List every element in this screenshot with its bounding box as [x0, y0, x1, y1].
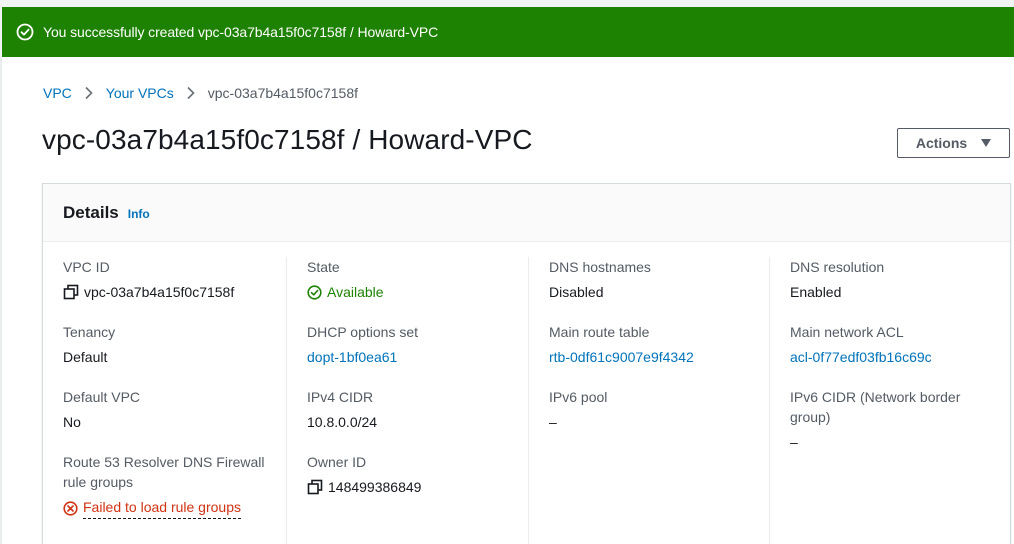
field-label: Main network ACL	[790, 324, 904, 340]
breadcrumb-your-vpcs[interactable]: Your VPCs	[106, 85, 174, 101]
details-column-3: DNS hostnames Disabled Main route table …	[528, 257, 770, 544]
error-circle-icon	[63, 500, 78, 516]
field-vpc-id: VPC ID vpc-03a7b4a15f0c7158f	[63, 257, 285, 322]
field-owner-id: Owner ID 148499386849	[307, 452, 528, 517]
field-ipv4-cidr: IPv4 CIDR 10.8.0.0/24	[307, 387, 528, 452]
details-column-4: DNS resolution Enabled Main network ACL …	[769, 257, 1012, 544]
details-header: Details Info	[43, 184, 1010, 242]
field-tenancy: Tenancy Default	[63, 322, 285, 387]
field-label: IPv6 pool	[549, 389, 608, 405]
main-content: VPC Your VPCs vpc-03a7b4a15f0c7158f vpc-…	[0, 57, 1014, 544]
page-title: vpc-03a7b4a15f0c7158f / Howard-VPC	[42, 124, 533, 155]
field-value: 10.8.0.0/24	[307, 414, 378, 430]
field-label: IPv6 CIDR (Network border group)	[790, 389, 961, 425]
network-acl-link[interactable]: acl-0f77edf03fb16c69c	[790, 347, 1012, 367]
field-label: Main route table	[549, 324, 650, 340]
check-circle-icon	[307, 284, 322, 300]
field-default-vpc: Default VPC No	[63, 387, 285, 452]
copy-icon[interactable]	[307, 479, 323, 495]
field-label: IPv4 CIDR	[307, 389, 374, 405]
field-label: DNS resolution	[790, 259, 885, 275]
caret-down-icon	[981, 139, 992, 147]
breadcrumb: VPC Your VPCs vpc-03a7b4a15f0c7158f	[43, 85, 358, 101]
details-grid: VPC ID vpc-03a7b4a15f0c7158f Tenancy Def…	[43, 242, 1010, 544]
details-column-1: VPC ID vpc-03a7b4a15f0c7158f Tenancy Def…	[63, 257, 285, 544]
field-dns-hostnames: DNS hostnames Disabled	[549, 257, 770, 322]
info-link[interactable]: Info	[128, 207, 150, 221]
chevron-right-icon	[186, 86, 196, 100]
field-label: State	[307, 259, 340, 275]
field-label: DHCP options set	[307, 324, 419, 340]
field-value: –	[549, 414, 557, 430]
banner-message: You successfully created vpc-03a7b4a15f0…	[43, 24, 439, 40]
field-main-route-table: Main route table rtb-0df61c9007e9f4342	[549, 322, 770, 387]
check-circle-icon	[16, 23, 34, 41]
route-table-link[interactable]: rtb-0df61c9007e9f4342	[549, 347, 770, 367]
actions-label: Actions	[915, 135, 968, 151]
details-column-2: State Available DHCP options set dopt-1b…	[286, 257, 528, 544]
field-label: Route 53 Resolver DNS Firewall rule grou…	[63, 454, 265, 490]
breadcrumb-vpc[interactable]: VPC	[43, 85, 72, 101]
field-ipv6-pool: IPv6 pool –	[549, 387, 770, 452]
field-label: Owner ID	[307, 454, 367, 470]
actions-button[interactable]: Actions	[897, 128, 1010, 158]
field-value: Default	[63, 349, 108, 365]
dhcp-options-link[interactable]: dopt-1bf0ea61	[307, 347, 528, 367]
field-label: Default VPC	[63, 389, 141, 405]
success-banner: You successfully created vpc-03a7b4a15f0…	[2, 7, 1014, 57]
field-value: –	[790, 434, 798, 450]
field-value: 148499386849	[328, 479, 422, 495]
field-state: State Available	[307, 257, 528, 322]
field-dhcp-options: DHCP options set dopt-1bf0ea61	[307, 322, 528, 387]
error-message[interactable]: Failed to load rule groups	[83, 497, 241, 519]
field-value: Enabled	[790, 284, 842, 300]
details-panel: Details Info VPC ID vpc-03a7b4a15f0c7158…	[42, 183, 1011, 544]
breadcrumb-current: vpc-03a7b4a15f0c7158f	[207, 85, 358, 101]
field-dns-firewall: Route 53 Resolver DNS Firewall rule grou…	[63, 452, 285, 519]
field-main-network-acl: Main network ACL acl-0f77edf03fb16c69c	[790, 322, 1012, 387]
field-value: No	[63, 414, 81, 430]
chevron-right-icon	[84, 86, 94, 100]
field-label: DNS hostnames	[549, 259, 651, 275]
copy-icon[interactable]	[63, 284, 79, 300]
details-title: Details	[63, 202, 119, 222]
field-value: Available	[327, 284, 384, 300]
field-ipv6-cidr: IPv6 CIDR (Network border group) –	[790, 387, 1012, 452]
field-value: Disabled	[549, 284, 604, 300]
field-label: VPC ID	[63, 259, 110, 275]
field-value: vpc-03a7b4a15f0c7158f	[84, 284, 235, 300]
field-dns-resolution: DNS resolution Enabled	[790, 257, 1012, 322]
field-label: Tenancy	[63, 324, 116, 340]
